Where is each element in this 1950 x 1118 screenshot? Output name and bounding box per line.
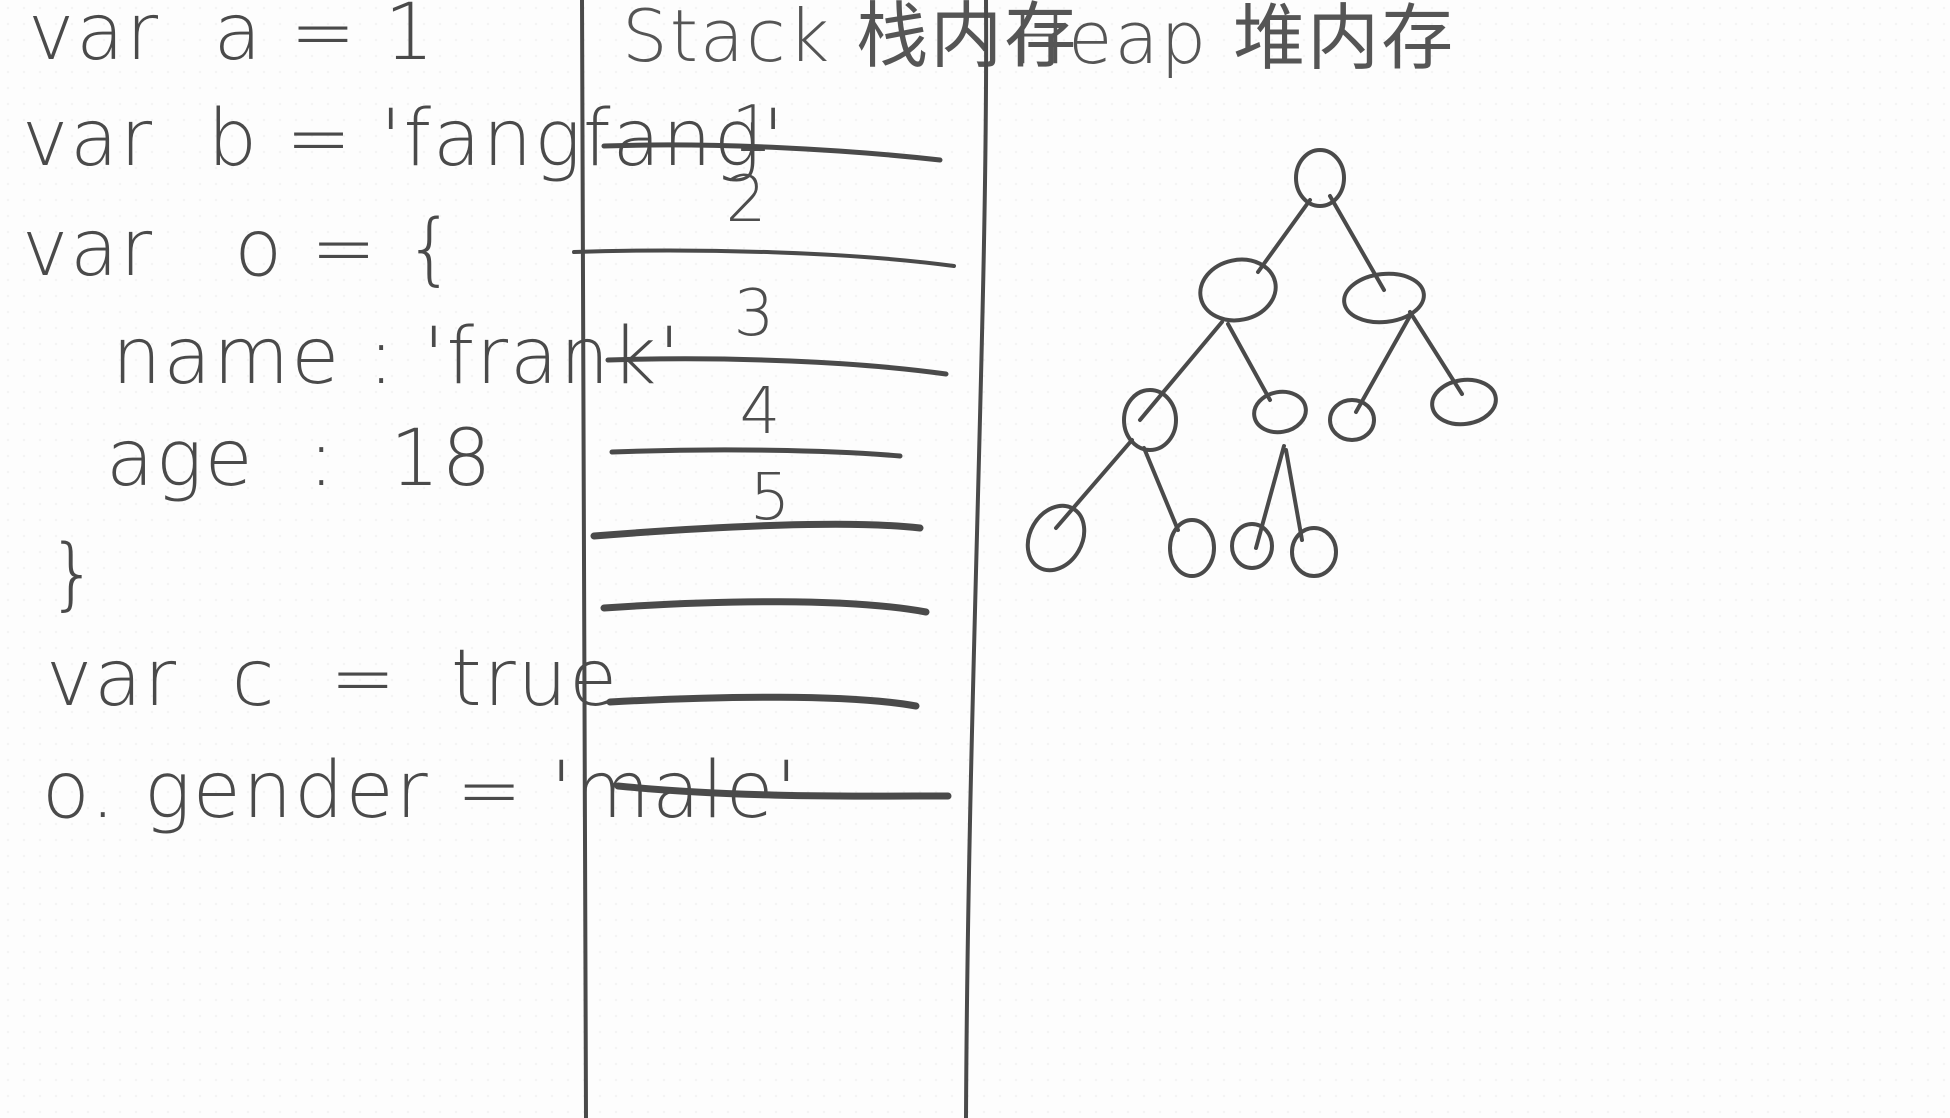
stack-row-line-7 [606,693,920,710]
stack-row-line-3 [605,356,949,377]
heap-node-l2-c [1328,398,1376,442]
heap-node-l1-left [1198,257,1278,323]
heap-node-l3-d [1290,526,1338,578]
stack-row-line-6 [600,598,930,616]
heap-node-l2-b [1252,389,1308,435]
stack-row-line-5 [590,520,924,540]
stack-row-line-4 [609,447,903,459]
heap-tree-edges [1054,194,1464,550]
heap-node-l3-a [1025,503,1087,573]
stack-right-border [964,0,989,1118]
heap-node-l2-d [1430,377,1498,427]
heap-node-root [1294,148,1346,208]
heap-node-l3-b [1168,518,1216,578]
stack-row-line-2 [572,248,956,268]
stack-row-line-8 [614,782,952,800]
heap-node-l2-a [1122,388,1178,452]
heap-tree-nodes [1025,148,1498,578]
stack-left-border [580,0,588,1118]
heap-node-l3-c [1230,522,1274,570]
stack-row-line-1 [601,142,943,163]
diagram-strokes [572,0,1498,1118]
